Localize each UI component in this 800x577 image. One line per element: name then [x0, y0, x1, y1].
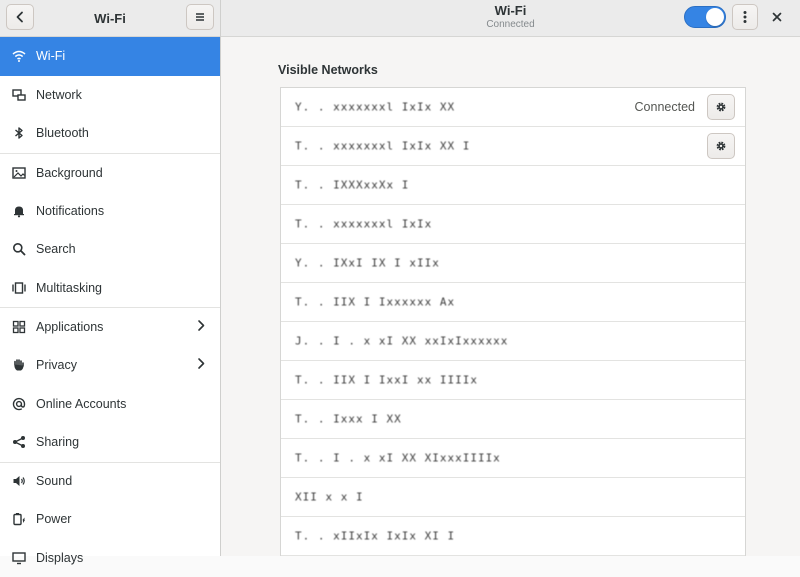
network-row[interactable]: Y. . IXxI IX I xIIx: [281, 244, 745, 283]
sidebar-item-label: Background: [36, 165, 103, 180]
network-ssid: T. . IXXXxxXx I: [295, 178, 410, 192]
wifi-toggle-switch[interactable]: [684, 6, 726, 28]
network-row[interactable]: T. . I . x xI XX XIxxxIIIIx: [281, 439, 745, 478]
bell-icon: [12, 204, 26, 218]
sidebar-item-label: Sharing: [36, 435, 80, 450]
at-icon: [12, 397, 26, 411]
share-icon: [12, 435, 26, 449]
switch-knob: [706, 8, 724, 26]
search-icon: [12, 242, 26, 256]
network-row[interactable]: T. . xIIxIx IxIx XI I: [281, 517, 745, 556]
network-row[interactable]: XII x x I: [281, 478, 745, 517]
sidebar-list: Wi-Fi Network Bluetooth Background Notif…: [0, 37, 220, 577]
sidebar-item-privacy[interactable]: Privacy: [0, 346, 220, 385]
sidebar-item-bluetooth[interactable]: Bluetooth: [0, 114, 220, 153]
back-button[interactable]: [6, 4, 34, 30]
sidebar-item-label: Multitasking: [36, 280, 102, 295]
chevron-right-icon: [196, 319, 206, 334]
sidebar: Wi-Fi Wi-Fi Network Bluetooth Background: [0, 0, 221, 565]
visible-networks-label: Visible Networks: [278, 63, 378, 77]
sidebar-item-label: Sound: [36, 474, 73, 489]
sidebar-item-label: Privacy: [36, 358, 77, 373]
settings-window: Wi-Fi Wi-Fi Network Bluetooth Background: [0, 0, 800, 565]
network-row[interactable]: T. . IXXXxxXx I: [281, 166, 745, 205]
sidebar-item-label: Displays: [36, 551, 84, 566]
sidebar-item-label: Applications: [36, 319, 104, 334]
network-row[interactable]: T. . xxxxxxxl IxIx: [281, 205, 745, 244]
network-icon: [12, 88, 26, 102]
sidebar-item-label: Network: [36, 87, 82, 102]
gear-icon: [716, 141, 726, 151]
sidebar-title: Wi-Fi: [94, 10, 126, 26]
network-ssid: T. . I . x xI XX XIxxxIIIIx: [295, 451, 501, 465]
more-options-button[interactable]: [732, 4, 758, 30]
network-row[interactable]: T. . Ixxx I XX: [281, 400, 745, 439]
sidebar-item-applications[interactable]: Applications: [0, 307, 220, 346]
bluetooth-icon: [12, 126, 26, 140]
sidebar-item-background[interactable]: Background: [0, 152, 220, 192]
network-ssid: T. . IIX I IxxI xx IIIIx: [295, 373, 478, 387]
network-ssid: Y. . IXxI IX I xIIx: [295, 256, 440, 270]
sidebar-item-sound[interactable]: Sound: [0, 461, 220, 501]
applications-icon: [12, 320, 26, 334]
sidebar-item-sharing[interactable]: Sharing: [0, 423, 220, 462]
power-icon: [12, 512, 26, 526]
sidebar-item-search[interactable]: Search: [0, 230, 220, 269]
network-ssid: T. . xxxxxxxl IxIx XX I: [295, 139, 471, 153]
network-ssid: T. . xxxxxxxl IxIx: [295, 217, 433, 231]
sidebar-item-label: Bluetooth: [36, 126, 89, 141]
chevron-left-icon: [16, 11, 23, 23]
network-ssid: T. . Ixxx I XX: [295, 412, 402, 426]
wifi-content: Visible Networks Y. . xxxxxxxl IxIx XX C…: [221, 37, 800, 556]
network-row[interactable]: J. . I . x xI XX xxIxIxxxxxx: [281, 322, 745, 361]
sidebar-item-label: Online Accounts: [36, 396, 127, 411]
sidebar-item-multitasking[interactable]: Multitasking: [0, 269, 220, 308]
sidebar-item-online-accounts[interactable]: Online Accounts: [0, 384, 220, 423]
hamburger-menu-button[interactable]: [186, 4, 214, 30]
speaker-icon: [12, 474, 26, 488]
sidebar-item-label: Notifications: [36, 203, 105, 218]
chevron-right-icon: [196, 358, 206, 373]
network-ssid: J. . I . x xI XX xxIxIxxxxxx: [295, 334, 509, 348]
hand-icon: [12, 358, 26, 372]
network-list: Y. . xxxxxxxl IxIx XX Connected T. . xxx…: [280, 87, 746, 556]
sidebar-item-network[interactable]: Network: [0, 76, 220, 115]
display-icon: [12, 551, 26, 565]
wifi-icon: [12, 49, 26, 63]
network-row[interactable]: T. . IIX I Ixxxxxx Ax: [281, 283, 745, 322]
multitasking-icon: [12, 281, 26, 295]
sidebar-item-wifi[interactable]: Wi-Fi: [0, 37, 220, 76]
network-ssid: T. . xIIxIx IxIx XI I: [295, 529, 456, 543]
network-status: Connected: [634, 100, 695, 114]
sidebar-item-notifications[interactable]: Notifications: [0, 191, 220, 230]
network-ssid: T. . IIX I Ixxxxxx Ax: [295, 295, 456, 309]
network-settings-button[interactable]: [707, 94, 735, 120]
background-icon: [12, 166, 26, 180]
network-ssid: XII x x I: [295, 490, 364, 504]
network-settings-button[interactable]: [707, 133, 735, 159]
sidebar-item-label: Search: [36, 242, 76, 257]
hamburger-icon: [196, 13, 204, 21]
main-header: Wi-Fi Connected: [221, 0, 800, 37]
sidebar-header: Wi-Fi: [0, 0, 220, 37]
network-row[interactable]: T. . xxxxxxxl IxIx XX I: [281, 127, 745, 166]
network-ssid: Y. . xxxxxxxl IxIx XX: [295, 100, 456, 114]
sidebar-item-label: Power: [36, 512, 72, 527]
network-row[interactable]: Y. . xxxxxxxl IxIx XX Connected: [281, 88, 745, 127]
close-icon: [772, 12, 782, 22]
sidebar-item-power[interactable]: Power: [0, 500, 220, 539]
sidebar-item-label: Wi-Fi: [36, 49, 66, 64]
close-button[interactable]: [766, 6, 788, 28]
sidebar-item-displays[interactable]: Displays: [0, 539, 220, 577]
vertical-dots-icon: [743, 11, 747, 23]
gear-icon: [716, 102, 726, 112]
network-row[interactable]: T. . IIX I IxxI xx IIIIx: [281, 361, 745, 400]
